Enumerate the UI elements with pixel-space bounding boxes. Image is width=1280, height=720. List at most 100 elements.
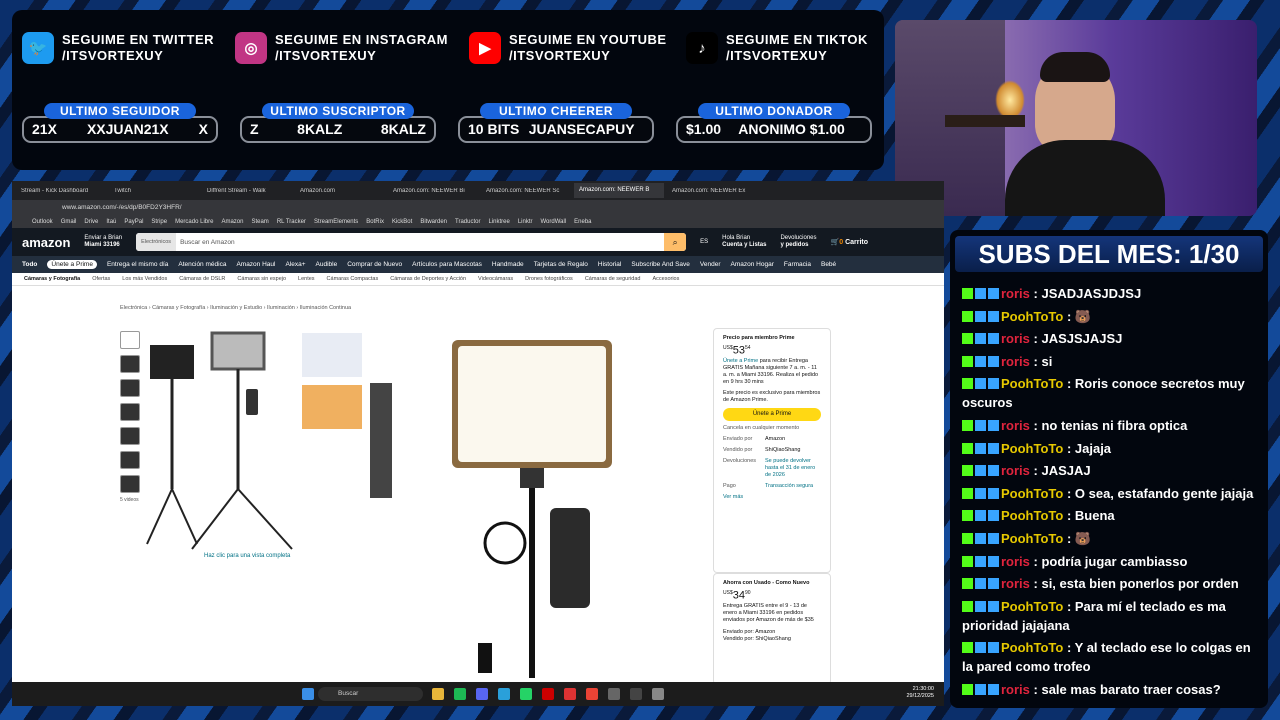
browser-tab[interactable]: Amazon.com: NEEWER B: [574, 183, 664, 198]
search-icon[interactable]: ⌕: [664, 233, 687, 251]
spotify-icon[interactable]: [454, 688, 466, 700]
bookmark-item[interactable]: StreamElements: [314, 219, 358, 225]
subnav-item[interactable]: Accesorios: [652, 276, 679, 282]
bookmark-item[interactable]: WordWall: [540, 219, 566, 225]
telegram-icon[interactable]: [498, 688, 510, 700]
thumbnail[interactable]: [120, 403, 140, 421]
video-thumbnail[interactable]: [120, 475, 140, 493]
browser-tab[interactable]: Twitch: [109, 188, 199, 194]
search-bar[interactable]: Electrónicos Buscar en Amazon ⌕: [136, 233, 687, 251]
bookmark-item[interactable]: Outlook: [32, 219, 53, 225]
thumbnail[interactable]: [120, 355, 140, 373]
chat-username[interactable]: PoohToTo: [1001, 441, 1063, 456]
subnav-item[interactable]: Cámaras de Deportes y Acción: [390, 276, 466, 282]
bookmark-item[interactable]: Linktree: [488, 219, 509, 225]
chat-username[interactable]: roris: [1001, 354, 1030, 369]
chat-username[interactable]: roris: [1001, 463, 1030, 478]
nav-item[interactable]: Audible: [316, 261, 338, 268]
nav-item[interactable]: Artículos para Mascotas: [412, 261, 482, 268]
subnav-item[interactable]: Cámaras de seguridad: [585, 276, 641, 282]
bookmark-item[interactable]: Steam: [251, 219, 268, 225]
bookmark-item[interactable]: RL Tracker: [277, 219, 306, 225]
nav-item[interactable]: Comprar de Nuevo: [347, 261, 402, 268]
cart-button[interactable]: 🛒0 Carrito: [831, 239, 869, 246]
app-icon[interactable]: [608, 688, 620, 700]
bookmark-item[interactable]: Traductor: [455, 219, 480, 225]
subnav-item[interactable]: Cámaras sin espejo: [237, 276, 286, 282]
nav-item[interactable]: Farmacia: [784, 261, 811, 268]
app-icon[interactable]: [542, 688, 554, 700]
whatsapp-icon[interactable]: [520, 688, 532, 700]
folder-icon[interactable]: [432, 688, 444, 700]
nav-item[interactable]: Todo: [22, 261, 37, 268]
main-product-image[interactable]: [370, 328, 710, 688]
url-text[interactable]: www.amazon.com/-/es/dp/B0FD2Y3HFR/: [62, 204, 182, 211]
subnav-item[interactable]: Videocámaras: [478, 276, 513, 282]
nav-item[interactable]: Bebé: [821, 261, 836, 268]
amazon-logo[interactable]: amazon: [22, 235, 70, 250]
nav-item[interactable]: Tarjetas de Regalo: [534, 261, 588, 268]
chat-username[interactable]: roris: [1001, 682, 1030, 697]
nav-item[interactable]: Únete a Prime: [47, 260, 97, 269]
used-offer-box[interactable]: Ahorra con Usado - Como Nuevo US$3490 En…: [713, 573, 831, 685]
thumbnail[interactable]: [120, 379, 140, 397]
chat-username[interactable]: roris: [1001, 286, 1030, 301]
bookmark-item[interactable]: Mercado Libre: [175, 219, 213, 225]
taskbar-search[interactable]: Buscar: [318, 687, 423, 701]
nav-item[interactable]: Amazon Hogar: [731, 261, 774, 268]
chat-username[interactable]: roris: [1001, 418, 1030, 433]
chat-username[interactable]: roris: [1001, 576, 1030, 591]
chat-username[interactable]: PoohToTo: [1001, 508, 1063, 523]
subnav-item[interactable]: Lentes: [298, 276, 315, 282]
bookmark-item[interactable]: Amazon: [221, 219, 243, 225]
zoom-link[interactable]: Haz clic para una vista completa: [204, 553, 290, 559]
bookmark-item[interactable]: Gmail: [61, 219, 77, 225]
bookmark-item[interactable]: PayPal: [124, 219, 143, 225]
app-icon[interactable]: [564, 688, 576, 700]
nav-item[interactable]: Entrega el mismo día: [107, 261, 168, 268]
chat-username[interactable]: PoohToTo: [1001, 309, 1063, 324]
thumbnail[interactable]: [120, 427, 140, 445]
breadcrumb[interactable]: Electrónica › Cámaras y Fotografía › Ilu…: [120, 305, 351, 311]
subnav-item[interactable]: Drones fotográficos: [525, 276, 573, 282]
search-input[interactable]: Buscar en Amazon: [176, 239, 664, 246]
subnav-item[interactable]: Cámaras de DSLR: [179, 276, 225, 282]
browser-tab[interactable]: Amazon.com: NEEWER Ex: [667, 188, 757, 194]
browser-tab[interactable]: Diffrent Stream - Walk: [202, 188, 292, 194]
nav-item[interactable]: Amazon Haul: [236, 261, 275, 268]
browser-tab[interactable]: Amazon.com: NEEWER Sc: [481, 188, 571, 194]
thumbnail[interactable]: [120, 331, 140, 349]
chat-username[interactable]: PoohToTo: [1001, 640, 1063, 655]
see-more-link[interactable]: Ver más: [723, 494, 821, 501]
chrome-icon[interactable]: [586, 688, 598, 700]
join-prime-button[interactable]: Únete a Prime: [723, 407, 821, 421]
product-gallery[interactable]: [142, 329, 362, 554]
bookmark-item[interactable]: KickBot: [392, 219, 412, 225]
nav-item[interactable]: Vender: [700, 261, 721, 268]
bookmark-item[interactable]: BotRix: [366, 219, 384, 225]
nav-item[interactable]: Historial: [598, 261, 621, 268]
browser-tab[interactable]: Amazon.com: [295, 188, 385, 194]
subnav-item[interactable]: Cámaras y Fotografía: [24, 276, 80, 282]
nav-item[interactable]: Alexa+: [285, 261, 305, 268]
app-icon[interactable]: [630, 688, 642, 700]
chat-username[interactable]: PoohToTo: [1001, 376, 1063, 391]
subnav-item[interactable]: Ofertas: [92, 276, 110, 282]
deliver-to[interactable]: Enviar a Brian Miami 33196: [84, 235, 122, 249]
nav-item[interactable]: Subscribe And Save: [631, 261, 690, 268]
chat-username[interactable]: PoohToTo: [1001, 599, 1063, 614]
join-prime-link[interactable]: Únete a Prime: [723, 358, 758, 364]
bookmark-item[interactable]: Linktr: [518, 219, 533, 225]
orders-link[interactable]: Devoluciones y pedidos: [780, 235, 816, 249]
chat-username[interactable]: roris: [1001, 331, 1030, 346]
browser-tab[interactable]: Amazon.com: NEEWER Bi: [388, 188, 478, 194]
windows-start-icon[interactable]: [302, 688, 314, 700]
subnav-item[interactable]: Los más Vendidos: [122, 276, 167, 282]
app-icon[interactable]: [652, 688, 664, 700]
account-menu[interactable]: Hola Brian Cuenta y Listas: [722, 235, 766, 249]
browser-tab[interactable]: Stream - Kick Dashboard: [16, 188, 106, 194]
nav-item[interactable]: Atención médica: [178, 261, 226, 268]
chat-username[interactable]: roris: [1001, 554, 1030, 569]
thumbnail[interactable]: [120, 451, 140, 469]
bookmark-item[interactable]: Eneba: [574, 219, 591, 225]
